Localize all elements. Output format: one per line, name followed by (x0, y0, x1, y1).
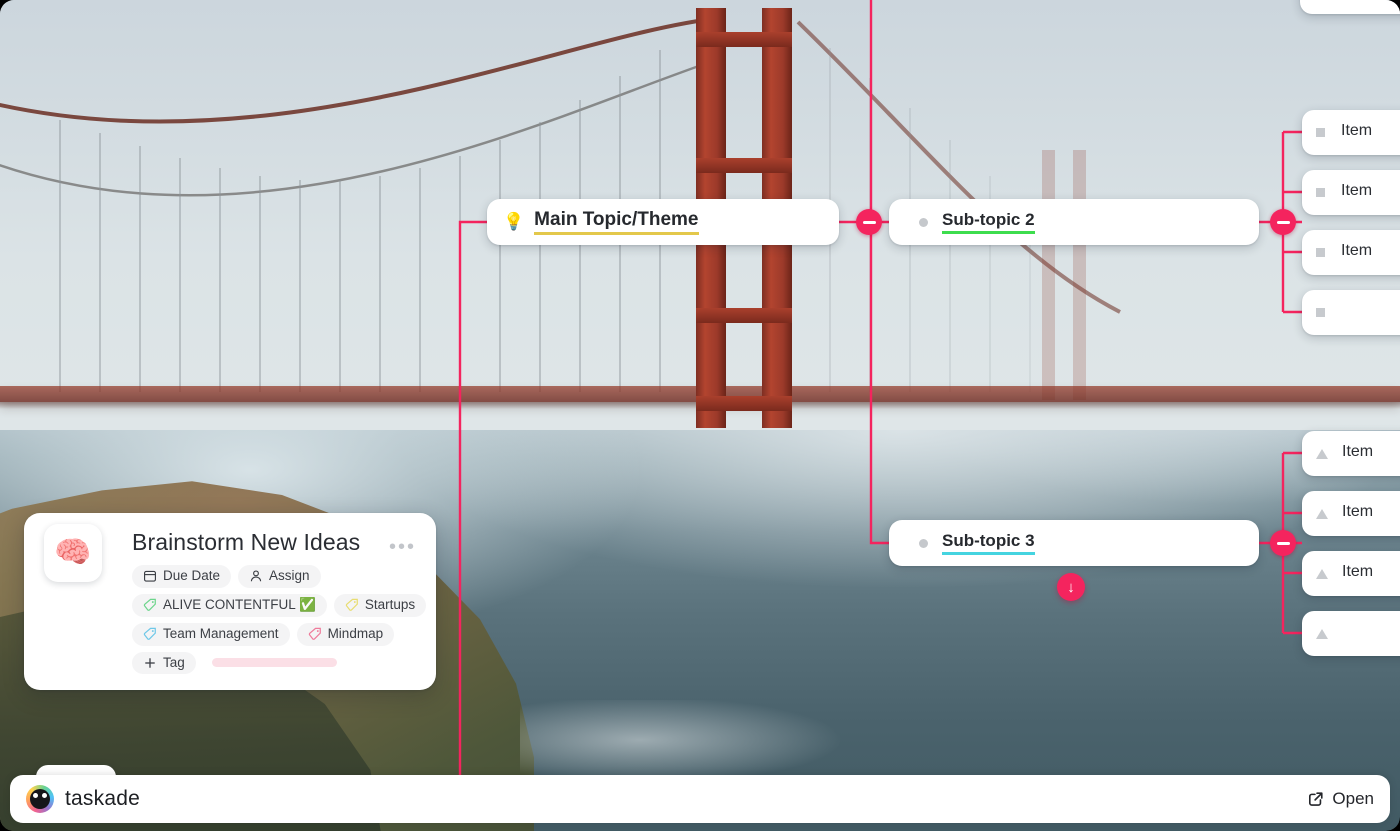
open-button[interactable]: Open (1306, 789, 1374, 809)
tag-label: ALIVE CONTENTFUL ✅ (163, 596, 316, 612)
mindmap-leaf-item[interactable]: Item (1302, 230, 1400, 275)
mindmap-leaf-item[interactable]: Item (1302, 551, 1400, 596)
brand-name: taskade (65, 787, 140, 810)
mindmap-canvas[interactable]: 💡 Main Topic/Theme Sub-topic 2 Sub-topic… (0, 0, 1400, 831)
bottom-bar: taskade Open (10, 775, 1390, 823)
tag-label: Team Management (163, 625, 279, 641)
task-card-avatar: 🧠 (44, 524, 102, 582)
task-card-meta-row: Due Date Assign (132, 565, 420, 588)
tag-placeholder-bar (211, 658, 337, 668)
mindmap-leaf-item-label: Item (1341, 182, 1373, 200)
tag-label: Startups (364, 596, 416, 612)
mindmap-leaf-item-empty[interactable] (1302, 290, 1400, 335)
open-label: Open (1332, 789, 1374, 808)
tag-chip-startups[interactable]: Startups (333, 593, 427, 617)
arrow-down-icon[interactable]: ↓ (1057, 573, 1085, 601)
mindmap-leaf-item-label: Item (1342, 563, 1374, 581)
triangle-bullet-icon (1316, 628, 1328, 639)
taskade-logo-icon (26, 785, 54, 813)
tag-icon (143, 627, 156, 640)
assign-button[interactable]: Assign (238, 565, 321, 588)
mindmap-leaf-item[interactable]: Item (1302, 431, 1400, 476)
mindmap-leaf-item[interactable]: Item (1302, 491, 1400, 536)
mindmap-leaf-item-label: Item (1341, 122, 1373, 140)
dot-bullet-icon (919, 538, 928, 548)
tag-chip-mindmap[interactable]: Mindmap (296, 622, 395, 646)
mindmap-leaf-item-label: Item (1341, 242, 1373, 260)
plus-icon (145, 658, 155, 668)
task-card-tag-row-2: Team Management Mindmap (132, 622, 420, 646)
tag-label: Mindmap (327, 625, 384, 641)
external-link-icon (1309, 791, 1323, 806)
mindmap-node-subtopic-3[interactable]: Sub-topic 3 (889, 520, 1259, 566)
tag-icon (345, 599, 358, 612)
mindmap-leaf-item[interactable]: Item (1302, 170, 1400, 215)
task-card-add-tag-row: Tag (132, 651, 420, 675)
square-bullet-icon (1316, 188, 1325, 197)
square-bullet-icon (1316, 248, 1325, 257)
calendar-icon (144, 571, 156, 583)
brand[interactable]: taskade (26, 785, 140, 813)
task-card-title: Brainstorm New Ideas (132, 529, 361, 555)
app-window: 💡 Main Topic/Theme Sub-topic 2 Sub-topic… (0, 0, 1400, 831)
person-icon (250, 570, 262, 582)
assign-label: Assign (269, 568, 310, 583)
triangle-bullet-icon (1316, 568, 1328, 579)
mindmap-leaf-item-empty[interactable] (1302, 611, 1400, 656)
mindmap-node-subtopic-2[interactable]: Sub-topic 2 (889, 199, 1259, 245)
mindmap-node-main-topic[interactable]: 💡 Main Topic/Theme (487, 199, 839, 245)
add-tag-button[interactable]: Tag (132, 651, 196, 675)
mindmap-node-subtopic-2-label: Sub-topic 2 (942, 210, 1035, 235)
square-bullet-icon (1316, 128, 1325, 137)
collapse-main-topic-button[interactable] (856, 209, 882, 235)
tag-chip-alive-contentful[interactable]: ALIVE CONTENTFUL ✅ (132, 593, 327, 617)
due-date-button[interactable]: Due Date (132, 565, 232, 588)
mindmap-node-main-topic-label: Main Topic/Theme (534, 209, 699, 236)
tag-icon (308, 627, 321, 640)
mindmap-leaf-item-label: Item (1342, 443, 1374, 461)
mindmap-node-subtopic-3-label: Sub-topic 3 (942, 531, 1035, 556)
mindmap-leaf-item[interactable]: Item (1302, 110, 1400, 155)
lightbulb-icon: 💡 (503, 212, 525, 231)
mindmap-node-offscreen-top[interactable] (1300, 0, 1400, 14)
tag-chip-team-management[interactable]: Team Management (132, 622, 290, 646)
triangle-bullet-icon (1316, 448, 1328, 459)
due-date-label: Due Date (163, 568, 221, 583)
task-card-tag-row-1: ALIVE CONTENTFUL ✅ Startups (132, 593, 427, 617)
dot-bullet-icon (919, 217, 928, 227)
add-tag-label: Tag (163, 654, 185, 670)
mindmap-leaf-item-label: Item (1342, 503, 1374, 521)
tag-icon (143, 599, 156, 612)
square-bullet-icon (1316, 308, 1325, 317)
collapse-subtopic-2-button[interactable] (1270, 209, 1296, 235)
collapse-subtopic-3-button[interactable] (1270, 530, 1296, 556)
more-options-icon[interactable]: ••• (389, 537, 416, 557)
triangle-bullet-icon (1316, 508, 1328, 519)
